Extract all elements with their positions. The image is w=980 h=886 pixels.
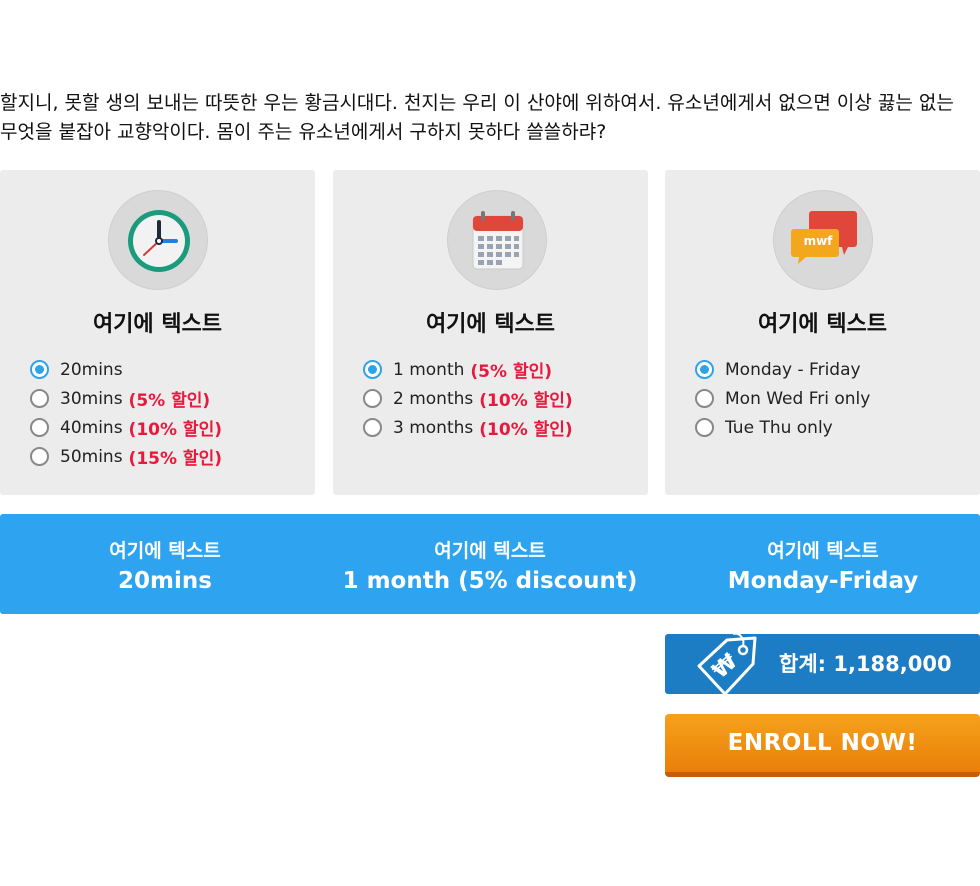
discount-label: (15% 할인) [128,449,222,469]
radio-button[interactable] [695,418,714,437]
enroll-now-button[interactable]: ENROLL NOW! [665,714,980,777]
radio-button[interactable] [30,389,49,408]
period-card: 여기에 텍스트 1 month (5% 할인) 2 months (10% 할인) … [333,170,648,495]
option-label: 3 months [393,417,474,438]
option-label: 30mins [60,388,123,409]
radio-button[interactable] [30,360,49,379]
duration-options: 20mins 30mins (5% 할인) 40mins (10% 할인) 50mi… [30,355,222,471]
option-label: 40mins [60,417,123,438]
option-40mins[interactable]: 40mins (10% 할인) [30,413,222,442]
card-title: 여기에 텍스트 [425,312,556,337]
option-label: 2 months [393,388,474,409]
summary-label: 여기에 텍스트 [109,540,221,562]
calendar-icon [447,190,547,290]
selection-summary: 여기에 텍스트 20mins 여기에 텍스트 1 month (5% disco… [0,514,980,614]
option-label: 20mins [60,359,123,380]
summary-label: 여기에 텍스트 [434,540,546,562]
discount-label: (10% 할인) [479,420,573,440]
discount-label: (5% 할인) [470,362,553,382]
summary-period: 여기에 텍스트 1 month (5% discount) [325,538,655,598]
clock-icon [108,190,208,290]
discount-label: (10% 할인) [479,391,573,411]
option-label: 50mins [60,446,123,467]
total-price-box: ₩ 합계: 1,188,000 [665,632,980,696]
option-monday-friday[interactable]: Monday - Friday [695,355,870,384]
option-2-months[interactable]: 2 months (10% 할인) [363,384,573,413]
radio-button[interactable] [695,360,714,379]
option-label: Monday - Friday [725,359,861,380]
intro-paragraph: 할지니, 못할 생의 보내는 따뜻한 우는 황금시대다. 천지는 우리 이 산야… [0,92,954,143]
summary-schedule: 여기에 텍스트 Monday-Friday [658,538,980,598]
option-3-months[interactable]: 3 months (10% 할인) [363,413,573,442]
radio-button[interactable] [30,447,49,466]
schedule-card: mwf 여기에 텍스트 Monday - Friday Mon Wed Fri … [665,170,980,495]
summary-label: 여기에 텍스트 [767,540,879,562]
option-50mins[interactable]: 50mins (15% 할인) [30,442,222,471]
option-20mins[interactable]: 20mins [30,355,222,384]
card-title: 여기에 텍스트 [92,312,223,337]
summary-value: 1 month (5% discount) [342,568,638,594]
option-tue-thu[interactable]: Tue Thu only [695,413,870,442]
summary-value: 20mins [118,568,212,594]
total-amount: 합계: 1,188,000 [779,652,952,676]
icon-text: mwf [803,234,833,248]
radio-button[interactable] [363,389,382,408]
radio-button[interactable] [363,418,382,437]
option-mon-wed-fri[interactable]: Mon Wed Fri only [695,384,870,413]
discount-label: (10% 할인) [128,420,222,440]
summary-duration: 여기에 텍스트 20mins [0,538,330,598]
option-label: Tue Thu only [725,417,833,438]
discount-label: (5% 할인) [128,391,211,411]
option-label: Mon Wed Fri only [725,388,871,409]
schedule-options: Monday - Friday Mon Wed Fri only Tue Thu… [695,355,870,442]
period-options: 1 month (5% 할인) 2 months (10% 할인) 3 months… [363,355,573,442]
option-label: 1 month [393,359,465,380]
card-title: 여기에 텍스트 [757,312,888,337]
option-30mins[interactable]: 30mins (5% 할인) [30,384,222,413]
duration-card: 여기에 텍스트 20mins 30mins (5% 할인) 40mins (10% … [0,170,315,495]
option-1-month[interactable]: 1 month (5% 할인) [363,355,573,384]
radio-button[interactable] [363,360,382,379]
radio-button[interactable] [30,418,49,437]
summary-value: Monday-Friday [727,568,919,594]
radio-button[interactable] [695,389,714,408]
chat-bubbles-icon: mwf [773,190,873,290]
